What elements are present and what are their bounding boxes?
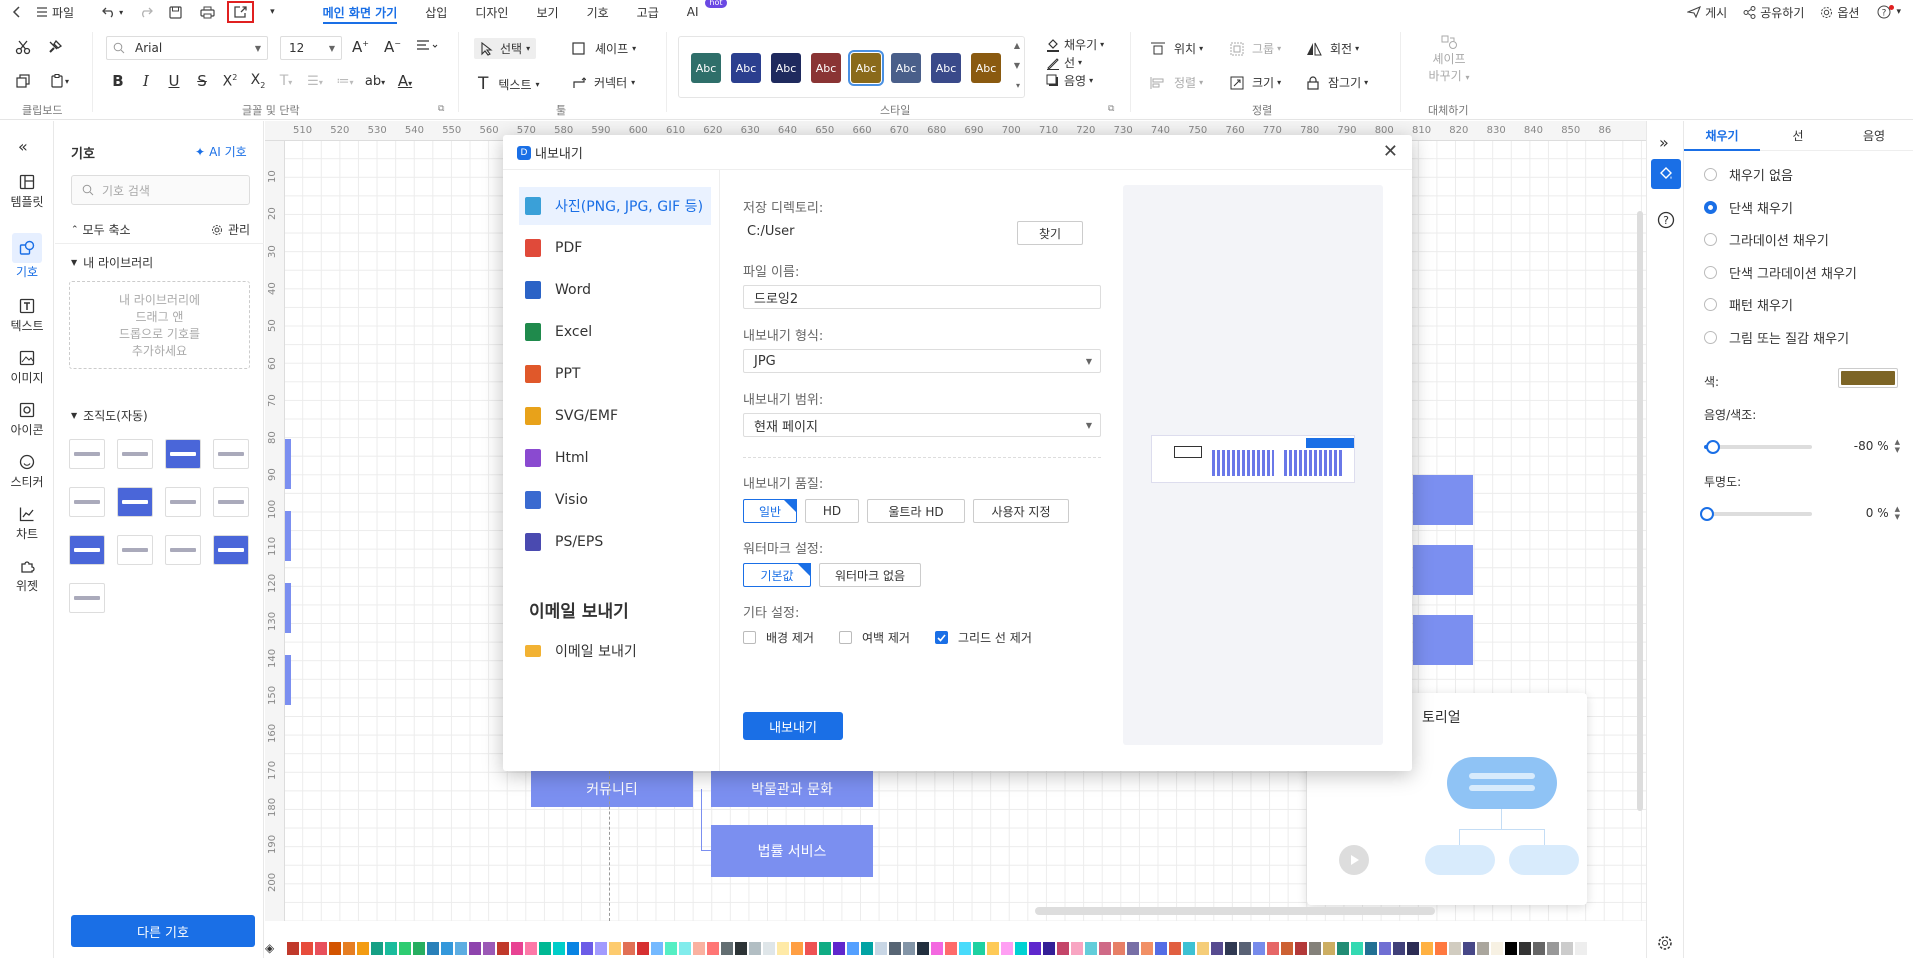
export-format-label: PPT	[555, 366, 581, 382]
range-select[interactable]: 현재 페이지 ▼	[743, 413, 1101, 437]
checkbox-box	[743, 631, 756, 644]
export-format-item[interactable]: PDF	[519, 229, 711, 267]
other-setting-checkbox[interactable]: 배경 제거	[743, 629, 814, 646]
word-file-icon	[525, 281, 541, 299]
watermark-option-label: 워터마크 없음	[834, 568, 906, 583]
email-heading: 이메일 보내기	[529, 602, 629, 622]
other-setting-label: 배경 제거	[766, 631, 814, 645]
other-setting-checkbox[interactable]: 그리드 선 제거	[935, 629, 1032, 646]
image-file-icon	[525, 197, 541, 215]
excel-file-icon	[525, 323, 541, 341]
export-dialog: D 내보내기 ✕ 사진(PNG, JPG, GIF 등) PDF Word Excel…	[503, 135, 1412, 771]
format-label: 내보내기 형식:	[743, 329, 824, 344]
quality-option[interactable]: 울트라 HD	[867, 499, 965, 523]
ps-file-icon	[525, 533, 541, 551]
format-select-value: JPG	[754, 353, 776, 369]
quality-option[interactable]: 일반	[743, 499, 797, 523]
email-send-label: 이메일 보내기	[555, 644, 637, 660]
watermark-option[interactable]: 워터마크 없음	[819, 563, 921, 587]
export-button-label: 내보내기	[769, 720, 817, 736]
export-format-label: PS/EPS	[555, 534, 604, 550]
export-format-item[interactable]: Excel	[519, 313, 711, 351]
other-settings-label: 기타 설정:	[743, 606, 800, 621]
close-icon[interactable]: ✕	[1383, 141, 1398, 162]
save-dir-value: C:/User	[747, 223, 795, 239]
envelope-icon	[525, 645, 541, 657]
quality-label: 내보내기 품질:	[743, 477, 824, 492]
export-format-label: 사진(PNG, JPG, GIF 등)	[555, 199, 704, 215]
quality-option[interactable]: HD	[805, 499, 859, 523]
watermark-label: 워터마크 설정:	[743, 542, 824, 557]
save-dir-field[interactable]: C:/User	[743, 219, 953, 243]
format-select[interactable]: JPG ▼	[743, 349, 1101, 373]
export-format-item[interactable]: PS/EPS	[519, 523, 711, 561]
chevron-down-icon: ▼	[1085, 356, 1092, 366]
quality-option[interactable]: 사용자 지정	[973, 499, 1069, 523]
export-format-label: PDF	[555, 240, 583, 256]
filename-label: 파일 이름:	[743, 265, 800, 280]
preview-watermark	[1306, 438, 1354, 448]
watermark-option[interactable]: 기본값	[743, 563, 811, 587]
export-format-item[interactable]: 사진(PNG, JPG, GIF 등)	[519, 187, 711, 225]
app-logo-icon: D	[517, 145, 531, 160]
quality-option-label: 일반	[758, 504, 782, 519]
other-setting-label: 여백 제거	[862, 631, 910, 645]
quality-option-label: 사용자 지정	[991, 504, 1051, 519]
svg-file-icon	[525, 407, 541, 425]
export-format-item[interactable]: Word	[519, 271, 711, 309]
save-dir-label: 저장 디렉토리:	[743, 201, 824, 216]
visio-file-icon	[525, 491, 541, 509]
export-format-label: SVG/EMF	[555, 408, 619, 424]
quality-option-label: 울트라 HD	[888, 504, 944, 519]
email-send-item[interactable]: 이메일 보내기	[519, 632, 711, 670]
html-file-icon	[525, 449, 541, 467]
ppt-file-icon	[525, 365, 541, 383]
export-format-label: Visio	[555, 492, 588, 508]
filename-input[interactable]: 드로잉2	[743, 285, 1101, 309]
export-format-label: Excel	[555, 324, 593, 340]
range-label: 내보내기 범위:	[743, 393, 824, 408]
quality-option-label: HD	[822, 504, 842, 518]
export-format-label: Word	[555, 282, 591, 298]
checkbox-box	[839, 631, 852, 644]
other-setting-checkbox[interactable]: 여백 제거	[839, 629, 910, 646]
dialog-title-bar: D 내보내기	[517, 143, 583, 162]
dialog-divider	[503, 169, 1412, 170]
dialog-title: 내보내기	[535, 147, 583, 162]
other-setting-label: 그리드 선 제거	[958, 631, 1032, 645]
browse-label: 찾기	[1038, 226, 1062, 241]
export-button[interactable]: 내보내기	[743, 712, 843, 740]
pdf-file-icon	[525, 239, 541, 257]
export-format-label: Html	[555, 450, 589, 466]
export-format-item[interactable]: Html	[519, 439, 711, 477]
modal-overlay: D 내보내기 ✕ 사진(PNG, JPG, GIF 등) PDF Word Excel…	[0, 0, 1913, 958]
checkbox-box	[935, 631, 948, 644]
filename-value: 드로잉2	[754, 291, 799, 307]
chevron-down-icon: ▼	[1085, 420, 1092, 430]
form-divider	[743, 457, 1101, 458]
dialog-divider	[719, 170, 720, 771]
export-format-item[interactable]: PPT	[519, 355, 711, 393]
export-format-item[interactable]: Visio	[519, 481, 711, 519]
export-format-item[interactable]: SVG/EMF	[519, 397, 711, 435]
preview-thumbnail	[1151, 435, 1355, 483]
browse-button[interactable]: 찾기	[1017, 221, 1083, 245]
watermark-option-label: 기본값	[760, 568, 794, 583]
range-select-value: 현재 페이지	[754, 419, 818, 435]
export-preview	[1123, 185, 1383, 745]
